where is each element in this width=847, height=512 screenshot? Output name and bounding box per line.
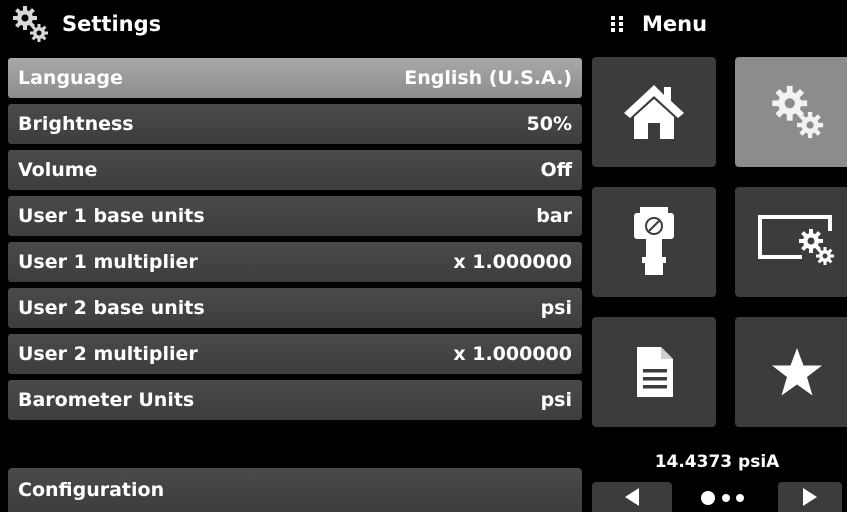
chevron-left-icon (625, 488, 639, 506)
setting-value: psi (540, 297, 572, 319)
documents-tile[interactable] (592, 317, 716, 427)
settings-tile[interactable] (735, 57, 847, 167)
setting-value: bar (536, 205, 572, 227)
setting-label: User 2 multiplier (18, 343, 198, 365)
chevron-right-icon (803, 488, 817, 506)
setting-label: Brightness (18, 113, 134, 135)
display-settings-icon (758, 215, 834, 265)
setting-row-barometer-units[interactable]: Barometer Units psi (8, 380, 582, 420)
sensor-tile[interactable] (592, 187, 716, 297)
setting-value: Off (540, 159, 572, 181)
setting-label: Volume (18, 159, 98, 181)
settings-gears-icon (772, 85, 824, 139)
setting-value: x 1.000000 (453, 343, 572, 365)
home-tile[interactable] (592, 57, 716, 167)
home-icon (624, 85, 684, 139)
setting-label: User 2 base units (18, 297, 205, 319)
setting-row-user1-base-units[interactable]: User 1 base units bar (8, 196, 582, 236)
page-indicator (690, 488, 770, 508)
prev-page-button[interactable] (592, 482, 672, 512)
setting-row-language[interactable]: Language English (U.S.A.) (8, 58, 582, 98)
document-icon (637, 347, 673, 397)
page-title: Settings (62, 12, 162, 36)
star-icon (772, 348, 822, 396)
display-tile[interactable] (735, 187, 847, 297)
setting-label: Barometer Units (18, 389, 195, 411)
setting-row-volume[interactable]: Volume Off (8, 150, 582, 190)
favorites-tile[interactable] (735, 317, 847, 427)
setting-label: Language (18, 67, 123, 89)
configuration-label: Configuration (18, 479, 165, 501)
setting-row-brightness[interactable]: Brightness 50% (8, 104, 582, 144)
settings-header: Settings (0, 0, 588, 48)
pressure-readout: 14.4373 psiA (654, 452, 780, 472)
next-page-button[interactable] (778, 482, 842, 512)
pressure-sensor-icon (634, 207, 674, 275)
setting-value: English (U.S.A.) (404, 67, 572, 89)
setting-row-user2-multiplier[interactable]: User 2 multiplier x 1.000000 (8, 334, 582, 374)
setting-value: 50% (526, 113, 572, 135)
setting-label: User 1 base units (18, 205, 205, 227)
settings-gears-icon (13, 6, 48, 42)
setting-row-user2-base-units[interactable]: User 2 base units psi (8, 288, 582, 328)
menu-label: Menu (642, 12, 708, 36)
setting-row-user1-multiplier[interactable]: User 1 multiplier x 1.000000 (8, 242, 582, 282)
setting-value: x 1.000000 (453, 251, 572, 273)
menu-grip-icon (611, 16, 623, 32)
page-dots-icon (701, 491, 744, 505)
setting-label: User 1 multiplier (18, 251, 198, 273)
menu-header[interactable]: Menu (588, 0, 847, 48)
configuration-button[interactable]: Configuration (8, 468, 582, 512)
setting-value: psi (540, 389, 572, 411)
